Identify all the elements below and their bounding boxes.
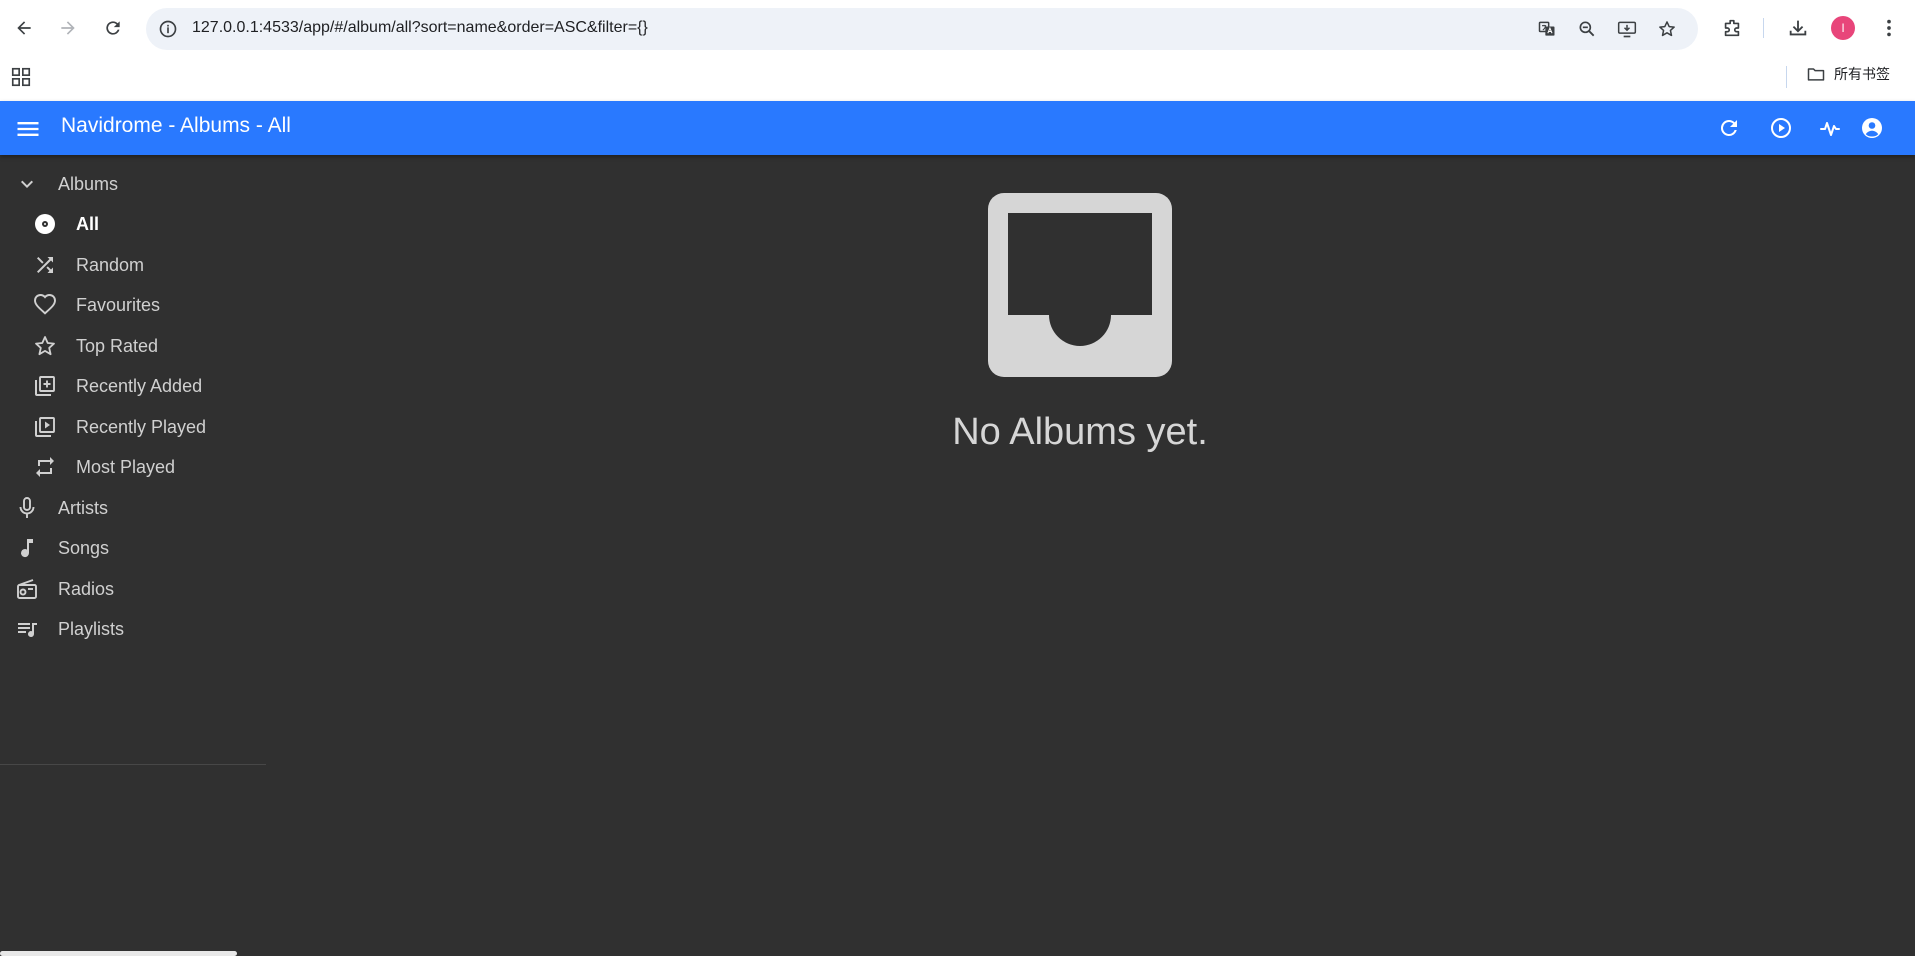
sidebar-item-all[interactable]: All: [0, 204, 266, 244]
inbox-icon: [988, 193, 1172, 377]
all-bookmarks-label: 所有书签: [1834, 67, 1890, 83]
radio-icon: [14, 576, 40, 602]
microphone-icon: [14, 495, 40, 521]
activity-button[interactable]: [1817, 115, 1843, 141]
sidebar-item-playlists[interactable]: Playlists: [0, 609, 266, 649]
repeat-icon: [32, 454, 58, 480]
music-note-icon: [14, 535, 40, 561]
sidebar-item-label: Most Played: [76, 456, 176, 477]
user-menu-button[interactable]: [1859, 115, 1885, 141]
sidebar-item-most-played[interactable]: Most Played: [0, 447, 266, 487]
page-title: Navidrome - Albums - All: [61, 114, 291, 137]
chrome-menu-button[interactable]: [1876, 15, 1902, 41]
sidebar-item-artists[interactable]: Artists: [0, 488, 266, 528]
arrow-back-icon: [17, 21, 31, 35]
apps-grid-icon[interactable]: [10, 66, 32, 88]
video-library-icon: [32, 414, 58, 440]
translate-button[interactable]: [1536, 18, 1558, 40]
reload-icon: [106, 21, 120, 35]
url-text[interactable]: 127.0.0.1:4533/app/#/album/all?sort=name…: [192, 19, 648, 37]
bookmarks-separator: [1786, 66, 1787, 88]
sidebar-item-favourites[interactable]: Favourites: [0, 285, 266, 325]
more-vert-icon: [1887, 19, 1891, 37]
shuffle-icon: [32, 252, 58, 278]
sidebar-item-label: Top Rated: [76, 335, 159, 356]
sidebar-item-label: All: [76, 213, 100, 234]
play-queue-button[interactable]: [1768, 115, 1794, 141]
extensions-button[interactable]: [1719, 15, 1745, 41]
sidebar-item-label: Playlists: [58, 618, 125, 639]
downloads-button[interactable]: [1785, 15, 1811, 41]
sidebar-item-label: Favourites: [76, 294, 161, 315]
refresh-button[interactable]: [1716, 115, 1742, 141]
back-button[interactable]: [9, 13, 39, 43]
heart-outline-icon: [32, 292, 58, 318]
sidebar-group-albums[interactable]: Albums: [0, 164, 266, 204]
star-outline-icon: [1659, 21, 1675, 37]
sidebar-item-recently-played[interactable]: Recently Played: [0, 407, 266, 447]
app-bar: Navidrome - Albums - All: [0, 101, 1915, 155]
sidebar-item-random[interactable]: Random: [0, 245, 266, 285]
install-desktop-icon: [1617, 21, 1637, 38]
translate-icon: [1538, 21, 1555, 36]
arrow-forward-icon: [61, 21, 75, 35]
chevron-down-icon: [14, 171, 40, 197]
activity-pulse-icon: [1820, 122, 1840, 136]
install-app-button[interactable]: [1616, 18, 1638, 40]
sidebar-divider: [0, 764, 266, 765]
sidebar-item-radios[interactable]: Radios: [0, 569, 266, 609]
reload-button[interactable]: [98, 13, 128, 43]
sidebar-item-songs[interactable]: Songs: [0, 528, 266, 568]
zoom-out-icon: [1579, 21, 1595, 37]
sidebar-item-label: Recently Played: [76, 416, 207, 437]
menu-icon[interactable]: [14, 115, 42, 143]
all-bookmarks-folder[interactable]: 所有书签: [1806, 64, 1890, 84]
album-disc-icon: [32, 211, 58, 237]
browser-toolbar: 127.0.0.1:4533/app/#/album/all?sort=name…: [0, 0, 1915, 58]
sidebar-item-label: Radios: [58, 578, 115, 599]
star-outline-icon: [32, 333, 58, 359]
library-add-icon: [32, 373, 58, 399]
sidebar-item-label: Random: [76, 254, 145, 275]
queue-music-icon: [14, 616, 40, 642]
toolbar-separator: [1763, 18, 1764, 38]
puzzle-icon: [1724, 19, 1740, 37]
horizontal-scrollbar[interactable]: [0, 951, 237, 956]
refresh-icon: [1720, 119, 1737, 136]
address-bar[interactable]: 127.0.0.1:4533/app/#/album/all?sort=name…: [146, 8, 1698, 50]
sidebar-item-label: Songs: [58, 537, 110, 558]
sidebar: Albums All Random Favourites Top Rated R…: [0, 155, 266, 956]
sidebar-item-top-rated[interactable]: Top Rated: [0, 326, 266, 366]
sidebar-item-recently-added[interactable]: Recently Added: [0, 366, 266, 406]
account-circle-icon: [1862, 118, 1882, 138]
site-info-icon[interactable]: [158, 19, 178, 39]
play-circle-icon: [1771, 118, 1791, 138]
download-icon: [1789, 20, 1807, 36]
sidebar-group-label: Albums: [58, 173, 119, 194]
empty-state-message: No Albums yet.: [952, 411, 1208, 453]
folder-icon: [1807, 68, 1825, 81]
forward-button[interactable]: [53, 13, 83, 43]
profile-avatar[interactable]: I: [1831, 16, 1855, 40]
bookmark-star-button[interactable]: [1656, 18, 1678, 40]
sidebar-item-label: Recently Added: [76, 375, 203, 396]
bookmarks-bar: 所有书签: [0, 58, 1915, 101]
zoom-button[interactable]: [1576, 18, 1598, 40]
sidebar-item-label: Artists: [58, 497, 109, 518]
